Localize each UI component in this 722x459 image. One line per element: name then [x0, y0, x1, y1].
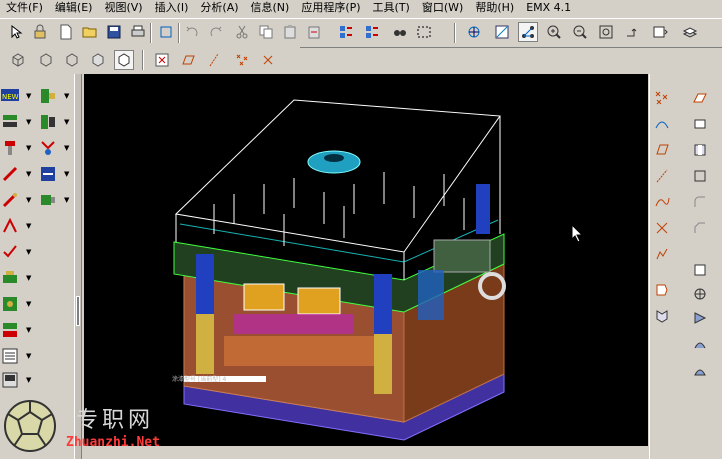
zoom-out-icon[interactable] — [570, 22, 590, 42]
datum-curve-icon[interactable] — [652, 114, 672, 134]
menu-insert[interactable]: 插入(I) — [149, 0, 195, 16]
menu-file[interactable]: 文件(F) — [0, 0, 49, 16]
orientation-icon[interactable] — [518, 22, 538, 42]
menu-window[interactable]: 窗口(W) — [416, 0, 469, 16]
datum-point-icon[interactable] — [652, 88, 672, 108]
undo-icon[interactable] — [182, 22, 202, 42]
refit-icon[interactable] — [596, 22, 616, 42]
hole-icon[interactable] — [690, 140, 710, 160]
revolve-icon[interactable] — [690, 308, 710, 328]
menu-applications[interactable]: 应用程序(P) — [295, 0, 366, 16]
menu-tools[interactable]: 工具(T) — [367, 0, 416, 16]
component-icon[interactable] — [38, 112, 58, 132]
insert-icon[interactable] — [0, 268, 20, 288]
watermark: 专职网 Zhuanzhi.Net — [2, 396, 182, 456]
menu-edit[interactable]: 编辑(E) — [49, 0, 99, 16]
sketch-icon[interactable] — [652, 140, 672, 160]
mold-assembly-model — [173, 99, 506, 441]
cut-icon[interactable] — [232, 22, 252, 42]
csys-icon[interactable] — [652, 218, 672, 238]
close-window-icon[interactable] — [152, 50, 172, 70]
datum-point-display-icon[interactable] — [232, 50, 252, 70]
layer-icon[interactable] — [680, 22, 700, 42]
sash-grip[interactable] — [76, 296, 80, 326]
redo-icon[interactable] — [206, 22, 226, 42]
hidden-line-icon[interactable] — [36, 50, 56, 70]
watermark-text-en: Zhuanzhi.Net — [66, 435, 160, 450]
main-toolbar — [0, 18, 722, 48]
mold-base-icon[interactable] — [38, 86, 58, 106]
save-icon[interactable] — [104, 22, 124, 42]
drawing-icon[interactable] — [0, 370, 20, 390]
lock-icon[interactable] — [30, 22, 50, 42]
find-icon[interactable] — [390, 22, 410, 42]
round-icon[interactable] — [690, 192, 710, 212]
blend-icon[interactable] — [690, 360, 710, 380]
csys-display-icon[interactable] — [258, 50, 278, 70]
plates-icon[interactable] — [0, 112, 20, 132]
dowel-icon[interactable] — [38, 138, 58, 158]
menu-view[interactable]: 视图(V) — [98, 0, 148, 16]
viewport-label: 涂漆型号 [当前型] 4 — [172, 376, 227, 383]
no-hidden-icon[interactable] — [62, 50, 82, 70]
datum-display-icon[interactable] — [492, 22, 512, 42]
repaint-icon[interactable] — [156, 22, 176, 42]
datum-axis-display-icon[interactable] — [204, 50, 224, 70]
cursor-icon[interactable] — [6, 22, 26, 42]
menu-help[interactable]: 帮助(H) — [469, 0, 520, 16]
watermark-text-cn: 专职网 — [76, 408, 155, 433]
latch-icon[interactable] — [0, 320, 20, 340]
copy-icon[interactable] — [256, 22, 276, 42]
datum-plane-icon[interactable] — [690, 88, 710, 108]
soccer-ball-logo-icon — [4, 400, 56, 452]
sprue-icon[interactable] — [0, 190, 20, 210]
sweep-icon[interactable] — [690, 334, 710, 354]
regenerate-icon[interactable] — [336, 22, 356, 42]
select-box-icon[interactable] — [414, 22, 434, 42]
open-icon[interactable] — [80, 22, 100, 42]
draft-icon[interactable] — [690, 260, 710, 280]
copy-feature-icon[interactable] — [652, 306, 672, 326]
paste-icon[interactable] — [280, 22, 300, 42]
new-icon[interactable] — [56, 22, 76, 42]
menu-emx[interactable]: EMX 4.1 — [520, 0, 577, 16]
spin-center-icon[interactable] — [464, 22, 484, 42]
shaded-active-icon[interactable] — [114, 50, 134, 70]
shell-icon[interactable] — [690, 166, 710, 186]
svg-text:NEW: NEW — [2, 93, 19, 101]
analysis-icon[interactable] — [652, 244, 672, 264]
cube-wireframe-icon[interactable] — [8, 50, 28, 70]
cooling-icon[interactable] — [38, 164, 58, 184]
pattern-icon[interactable] — [690, 284, 710, 304]
datum-axis-icon[interactable] — [652, 166, 672, 186]
ejector-pin-icon[interactable] — [0, 164, 20, 184]
display-toolbar — [0, 47, 300, 73]
reorient-icon[interactable] — [622, 22, 642, 42]
datum-plane-display-icon[interactable] — [178, 50, 198, 70]
check-icon[interactable] — [0, 242, 20, 262]
paste-special-icon[interactable] — [304, 22, 324, 42]
shading-icon[interactable] — [88, 50, 108, 70]
mouse-cursor-icon — [571, 224, 584, 243]
slider-icon[interactable] — [38, 190, 58, 210]
right-feature-toolbar — [649, 74, 722, 459]
bom-icon[interactable] — [0, 346, 20, 366]
screw-icon[interactable] — [0, 138, 20, 158]
menubar: 文件(F) 编辑(E) 视图(V) 插入(I) 分析(A) 信息(N) 应用程序(P) 工具(… — [0, 0, 722, 16]
regenerate-manager-icon[interactable] — [362, 22, 382, 42]
extrude-icon[interactable] — [690, 114, 710, 134]
guide-icon[interactable] — [0, 294, 20, 314]
lifter-icon[interactable] — [0, 216, 20, 236]
new-mold-icon[interactable]: NEW — [0, 86, 20, 106]
saved-views-icon[interactable] — [650, 22, 670, 42]
zoom-in-icon[interactable] — [544, 22, 564, 42]
menu-analysis[interactable]: 分析(A) — [194, 0, 244, 16]
mirror-icon[interactable] — [652, 280, 672, 300]
sketched-curve-icon[interactable] — [652, 192, 672, 212]
print-icon[interactable] — [128, 22, 148, 42]
graphics-viewport[interactable]: 涂漆型号 [当前型] 4 — [84, 74, 648, 446]
menu-info[interactable]: 信息(N) — [245, 0, 296, 16]
chamfer-icon[interactable] — [690, 218, 710, 238]
